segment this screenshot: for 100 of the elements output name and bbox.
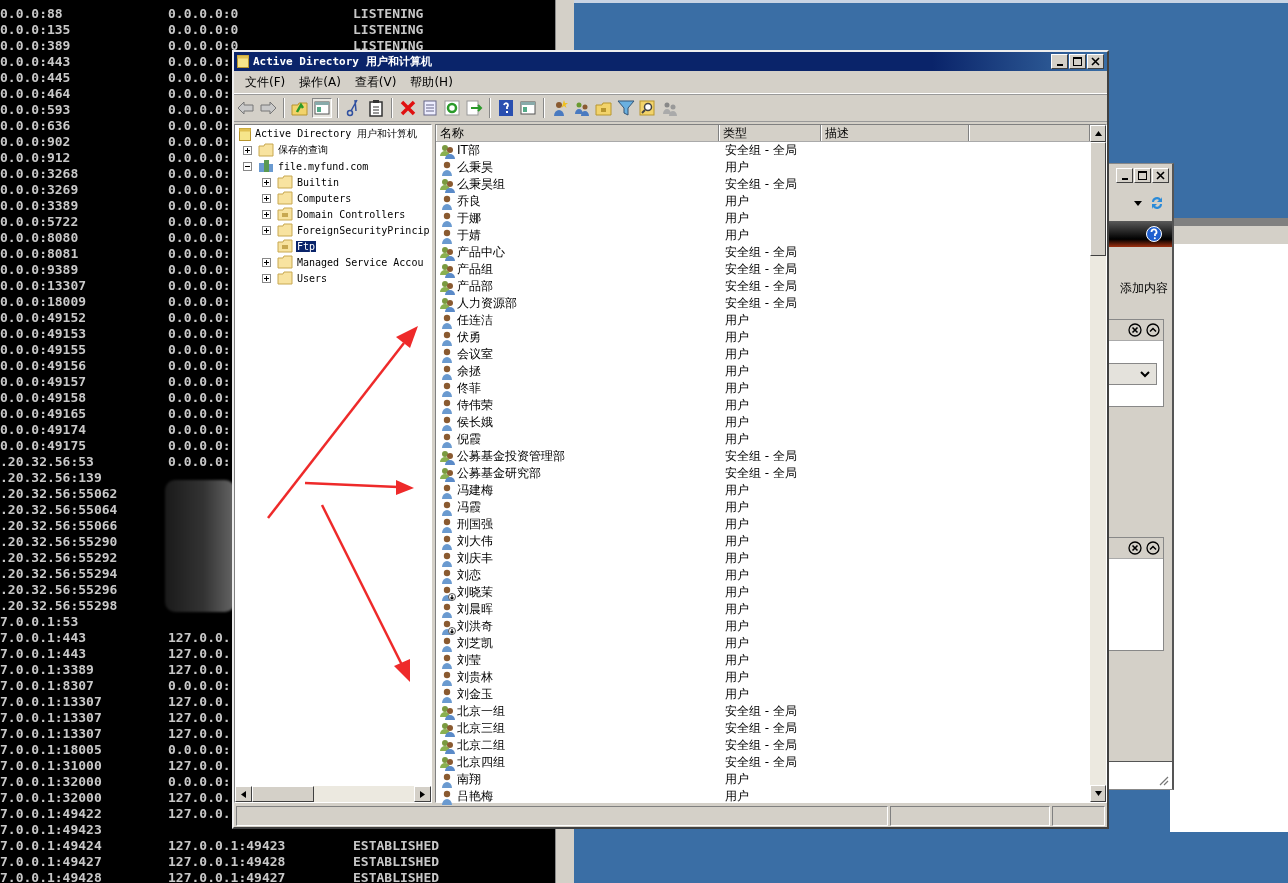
expand-icon[interactable] [262,209,271,219]
maximize-button[interactable] [1069,54,1086,69]
scroll-right-button[interactable] [414,786,431,802]
expand-icon[interactable] [262,177,271,187]
table-cell: 用户 [725,516,749,533]
expand-icon[interactable] [262,273,271,283]
table-cell: 倪霞 [457,431,481,448]
column-header[interactable]: 描述 [821,125,969,141]
tree-item[interactable]: ForeignSecurityPrincip [296,224,431,236]
table-cell: 任连洁 [457,312,493,329]
expand-icon[interactable] [262,225,271,235]
tree-item[interactable]: Managed Service Accou [296,256,425,268]
filter-icon[interactable] [616,98,636,118]
console-text: 0.0.0:464 [0,86,72,102]
table-cell: 用户 [725,346,749,363]
table-cell: 刘洪奇 [457,618,493,635]
triangle-left-icon [241,790,246,798]
scroll-up-button[interactable] [1090,125,1106,142]
clipboard-icon[interactable] [366,98,386,118]
console-icon [239,127,251,141]
expand-icon[interactable] [262,193,271,203]
help-icon[interactable] [496,98,516,118]
resize-grip-icon[interactable] [1157,774,1169,786]
console-text: 0.0.0.0: [168,438,231,453]
console-text: .20.32.56:55296 [0,582,119,598]
tree-item[interactable]: Users [296,272,329,284]
console-text: 0.0.0.0: [168,134,231,149]
expand-icon[interactable] [243,145,252,155]
scroll-thumb[interactable] [1090,142,1106,256]
console-text: 7.0.0.1:49423 [0,822,103,838]
console-text: 0.0.0.0:0 [168,6,239,21]
maximize-button[interactable] [1134,168,1151,183]
console-text: 7.0.0.1:8307 [0,678,95,694]
table-cell: 刘大伟 [457,533,493,550]
tree-item[interactable]: Computers [296,192,353,204]
console-text: 0.0.0.0: [168,214,231,229]
minimize-button[interactable] [1116,168,1133,183]
tree-item[interactable]: file.myfund.com [277,160,370,172]
console-text: 0.0.0.0: [168,182,231,197]
caret-icon[interactable] [1134,200,1142,206]
console-text: 0.0.0.0: [168,54,231,69]
delete-icon[interactable] [398,98,418,118]
table-cell: 安全组 - 全局 [725,295,797,312]
chevron-up-icon[interactable] [1146,541,1160,555]
search-icon[interactable] [638,98,658,118]
table-cell: 冯霞 [457,499,481,516]
tree-item[interactable]: Active Directory 用户和计算机 [254,127,419,141]
table-cell: 用户 [725,618,749,635]
scroll-down-button[interactable] [1090,785,1106,802]
column-header[interactable]: 类型 [719,125,821,141]
console-text: 0.0.0.0: [168,70,231,85]
console-text: 0.0.0:49156 [0,358,88,374]
table-cell: 乔良 [457,193,481,210]
scrollbar[interactable] [1090,125,1106,802]
tree-item[interactable]: Builtin [296,176,341,188]
scroll-left-button[interactable] [235,786,252,802]
add-content-link[interactable]: 添加内容 [1120,280,1168,297]
table-cell: 用户 [725,686,749,703]
tree-item[interactable]: Domain Controllers [296,208,407,220]
collapse-icon[interactable] [243,161,252,171]
table-cell: 用户 [725,363,749,380]
console-text: 0.0.0.0: [168,262,231,277]
expand-icon[interactable] [262,257,271,267]
console-text: 0.0.0.0:0 [168,38,239,53]
export-icon[interactable] [464,98,484,118]
menu-item[interactable]: 操作(A) [292,73,348,91]
console-text: 0.0.0.0: [168,166,231,181]
console-text: 0.0.0.0:0 [168,22,239,37]
table-cell: 安全组 - 全局 [725,176,797,193]
tree-item[interactable]: 保存的查询 [277,143,329,157]
tree-item[interactable]: Ftp [296,240,317,252]
close-button[interactable] [1087,54,1104,69]
console-text: 0.0.0:5722 [0,214,80,230]
menu-item[interactable]: 查看(V) [347,73,404,91]
close-icon[interactable] [1128,541,1142,555]
console-text: 7.0.0.1:13307 [0,726,103,742]
table-cell: 么秉昊 [457,159,493,176]
table-cell: 用户 [725,669,749,686]
minimize-button[interactable] [1051,54,1068,69]
console-text: 7.0.0.1:53 [0,614,80,630]
chevron-up-icon[interactable] [1146,323,1160,337]
menu-item[interactable]: 帮助(H) [403,73,460,91]
panel-icon[interactable] [312,98,332,118]
scrollbar[interactable] [235,786,431,802]
close-icon[interactable] [1128,323,1142,337]
close-button[interactable] [1152,168,1169,183]
console-text: 0.0.0:912 [0,150,72,166]
column-header[interactable]: 名称 [436,125,719,141]
panel-icon[interactable] [518,98,538,118]
table-cell: 用户 [725,652,749,669]
menu-item[interactable]: 文件(F) [238,73,293,91]
console-text: 0.0.0.0: [168,358,231,373]
console-text: 0.0.0.0: [168,422,231,437]
folder-icon [277,271,293,285]
help-icon[interactable] [1146,226,1162,242]
table-cell: 北京一组 [457,703,505,720]
scroll-thumb[interactable] [252,786,314,802]
console-text: 0.0.0:3269 [0,182,80,198]
refresh-icon[interactable] [442,98,462,118]
dropdown[interactable] [1109,363,1157,385]
